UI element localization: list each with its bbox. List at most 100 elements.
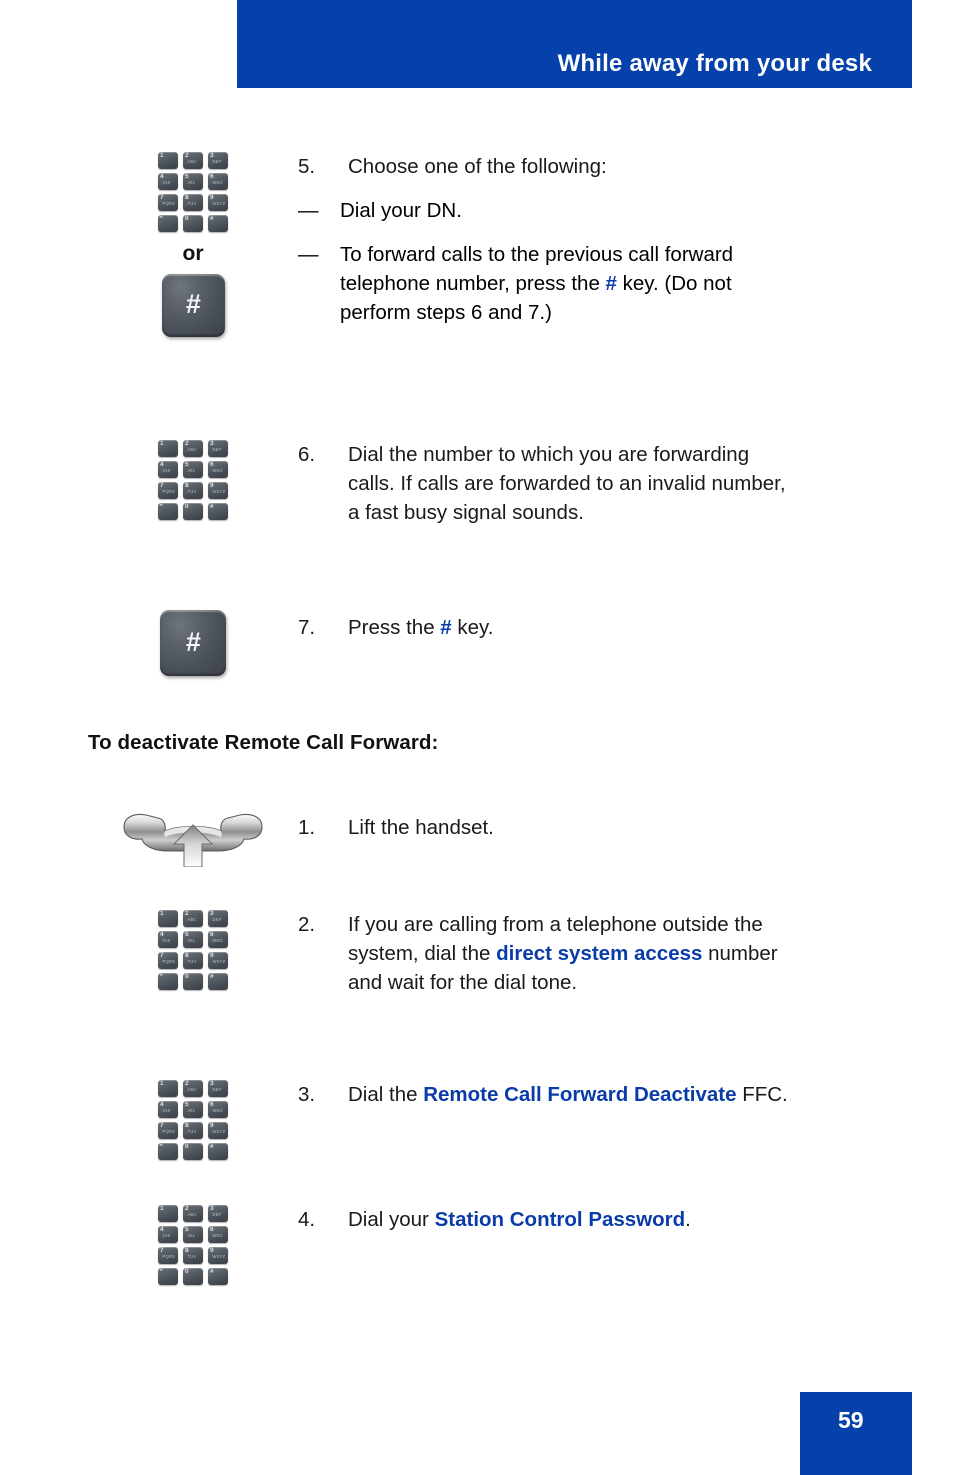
dialpad-key-letters: MNO	[212, 938, 223, 943]
dialpad-key-8: 8 TUV	[183, 1122, 203, 1139]
dialpad-key-letters: GHI	[162, 1233, 171, 1238]
dialpad-key-glyph: *	[160, 1268, 163, 1275]
step-4-text: Dial your Station Control Password.	[348, 1205, 788, 1234]
step-7-number: 7.	[298, 616, 316, 639]
dialpad-key-letters: DEF	[212, 1212, 222, 1217]
dialpad-key-2: 2 ABC	[183, 440, 203, 457]
dialpad-key-letters: TUV	[187, 1129, 197, 1134]
step-1-text-cell: 1. Lift the handset.	[298, 805, 888, 842]
pound-key-icon: #	[161, 274, 225, 337]
dialpad-key-3: 3 DEF	[208, 910, 228, 927]
step-3-text: Dial the Remote Call Forward Deactivate …	[348, 1080, 788, 1109]
step-5-text-cell: 5. Choose one of the following: — Dial y…	[298, 152, 888, 327]
pound-key-icon: #	[160, 610, 226, 676]
dialpad-key-glyph: 1	[160, 1205, 164, 1212]
text-prefix: Dial your	[348, 1208, 435, 1231]
page-header-bar: While away from your desk	[237, 0, 912, 88]
dialpad-key-letters: ABC	[187, 159, 197, 164]
dialpad-key-0: 0	[183, 1268, 203, 1285]
step-row-2: 1 2 ABC 3 DEF 4 GHI 5 JKL 6 MNO 7 PQRS 8 TUV 9 WXYZ * 0 # 2…	[88, 910, 888, 997]
step-5-icon-cell: 1 2 ABC 3 DEF 4 GHI 5 JKL 6 MNO 7 PQRS 8 TUV 9 WXYZ * 0 # o…	[88, 152, 298, 337]
dialpad-key-4: 4 GHI	[158, 173, 178, 190]
dialpad-key-letters: TUV	[187, 489, 197, 494]
dialpad-icon: 1 2 ABC 3 DEF 4 GHI 5 JKL 6 MNO 7 PQRS 8 TUV 9 WXYZ * 0 #	[158, 440, 228, 520]
step-1-number: 1.	[298, 816, 316, 839]
dialpad-key-5: 5 JKL	[183, 1226, 203, 1243]
dialpad-key-pound: #	[208, 503, 228, 520]
dialpad-key-8: 8 TUV	[183, 952, 203, 969]
section-heading-deactivate: To deactivate Remote Call Forward:	[88, 731, 439, 754]
dialpad-key-letters: GHI	[162, 1108, 171, 1113]
step-2-text: If you are calling from a telephone outs…	[348, 910, 788, 997]
dialpad-key-7: 7 PQRS	[158, 482, 178, 499]
dialpad-key-letters: PQRS	[162, 1129, 176, 1134]
dialpad-icon: 1 2 ABC 3 DEF 4 GHI 5 JKL 6 MNO 7 PQRS 8 TUV 9 WXYZ * 0 #	[158, 152, 228, 232]
dialpad-key-letters: WXYZ	[212, 959, 226, 964]
dialpad-key-glyph: *	[160, 215, 163, 222]
page-number: 59	[838, 1407, 864, 1433]
dialpad-key-2: 2 ABC	[183, 1205, 203, 1222]
pound-inline-highlight: #	[605, 272, 617, 295]
step-2-text-cell: 2. If you are calling from a telephone o…	[298, 910, 888, 997]
dialpad-key-2: 2 ABC	[183, 910, 203, 927]
dialpad-key-9: 9 WXYZ	[208, 1247, 228, 1264]
dialpad-key-8: 8 TUV	[183, 1247, 203, 1264]
step-5-number: 5.	[298, 155, 316, 178]
text-suffix: FFC.	[736, 1083, 788, 1106]
step-4-number: 4.	[298, 1208, 316, 1231]
dialpad-key-2: 2 ABC	[183, 1080, 203, 1097]
dialpad-key-letters: GHI	[162, 938, 171, 943]
dialpad-key-letters: DEF	[212, 447, 222, 452]
dialpad-key-9: 9 WXYZ	[208, 1122, 228, 1139]
dialpad-key-6: 6 MNO	[208, 173, 228, 190]
dialpad-key-5: 5 JKL	[183, 1101, 203, 1118]
dialpad-key-5: 5 JKL	[183, 931, 203, 948]
dialpad-key-6: 6 MNO	[208, 931, 228, 948]
pound-key-glyph: #	[185, 626, 201, 657]
dialpad-key-letters: PQRS	[162, 489, 176, 494]
dialpad-key-1: 1	[158, 440, 178, 457]
dialpad-key-letters: MNO	[212, 180, 223, 185]
dialpad-key-7: 7 PQRS	[158, 1247, 178, 1264]
dialpad-key-5: 5 JKL	[183, 461, 203, 478]
dialpad-key-glyph: 0	[185, 973, 189, 980]
dialpad-key-letters: WXYZ	[212, 1129, 226, 1134]
dialpad-key-9: 9 WXYZ	[208, 952, 228, 969]
dialpad-key-glyph: 0	[185, 215, 189, 222]
text-suffix: .	[685, 1208, 691, 1231]
dialpad-key-glyph: 0	[185, 1143, 189, 1150]
text-prefix: Dial the	[348, 1083, 424, 1106]
dialpad-key-letters: MNO	[212, 468, 223, 473]
dialpad-key-3: 3 DEF	[208, 1080, 228, 1097]
dialpad-key-letters: ABC	[187, 447, 197, 452]
dialpad-key-letters: DEF	[212, 159, 222, 164]
dialpad-key-pound: #	[208, 1268, 228, 1285]
dialpad-key-7: 7 PQRS	[158, 194, 178, 211]
dialpad-key-4: 4 GHI	[158, 931, 178, 948]
dialpad-key-glyph: #	[210, 1143, 214, 1150]
dash-mark: —	[298, 199, 319, 222]
step-1-icon-cell	[88, 805, 298, 868]
dialpad-key-glyph: 0	[185, 1268, 189, 1275]
dialpad-key-4: 4 GHI	[158, 1226, 178, 1243]
dialpad-key-8: 8 TUV	[183, 194, 203, 211]
step-row-6: 1 2 ABC 3 DEF 4 GHI 5 JKL 6 MNO 7 PQRS 8 TUV 9 WXYZ * 0 # 6…	[88, 440, 888, 527]
dialpad-key-letters: WXYZ	[212, 489, 226, 494]
dialpad-icon: 1 2 ABC 3 DEF 4 GHI 5 JKL 6 MNO 7 PQRS 8 TUV 9 WXYZ * 0 #	[158, 1080, 228, 1160]
step-5-sub-2-text: To forward calls to the previous call fo…	[340, 240, 772, 327]
dialpad-key-glyph: #	[210, 1268, 214, 1275]
dialpad-key-letters: PQRS	[162, 959, 176, 964]
dialpad-key-3: 3 DEF	[208, 1205, 228, 1222]
dialpad-key-star: *	[158, 503, 178, 520]
dialpad-key-pound: #	[208, 1143, 228, 1160]
dialpad-key-letters: PQRS	[162, 1254, 176, 1259]
step-row-1: 1. Lift the handset.	[88, 805, 888, 868]
step-6-text: Dial the number to which you are forward…	[348, 443, 786, 524]
dialpad-key-letters: DEF	[212, 917, 222, 922]
dialpad-key-letters: PQRS	[162, 201, 176, 206]
dialpad-key-glyph: 1	[160, 1080, 164, 1087]
step-5-sub-2: — To forward calls to the previous call …	[298, 240, 888, 327]
dialpad-key-letters: ABC	[187, 1087, 197, 1092]
step-6-icon-cell: 1 2 ABC 3 DEF 4 GHI 5 JKL 6 MNO 7 PQRS 8 TUV 9 WXYZ * 0 #	[88, 440, 298, 520]
dialpad-key-0: 0	[183, 1143, 203, 1160]
